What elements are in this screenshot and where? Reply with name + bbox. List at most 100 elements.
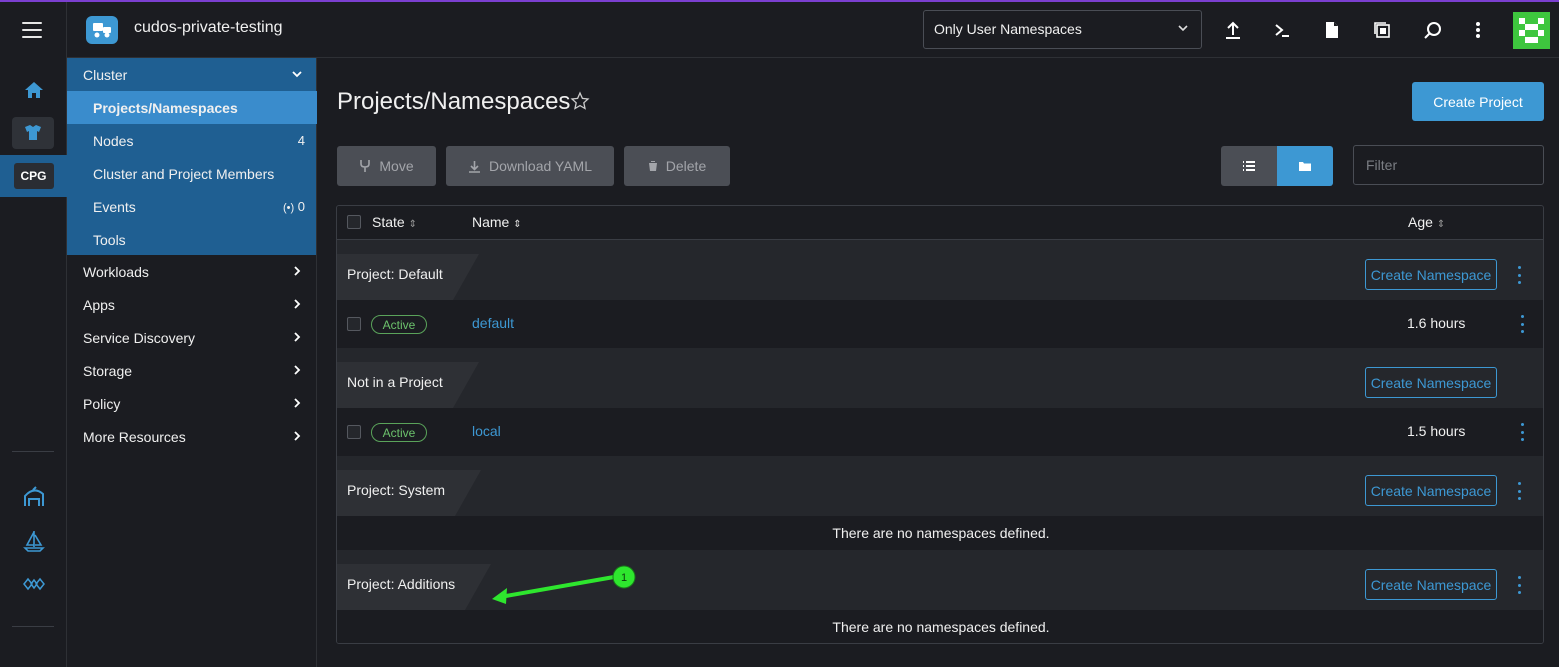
download-label: Download YAML — [489, 158, 592, 174]
top-header: cudos-private-testing Only User Namespac… — [67, 2, 1559, 58]
sidebar-group-label: Policy — [83, 395, 121, 412]
sidebar-group-policy[interactable]: Policy — [67, 387, 317, 420]
create-namespace-button[interactable]: Create Namespace — [1365, 475, 1497, 506]
favorite-star-icon[interactable] — [570, 91, 590, 111]
namespace-link[interactable]: default — [472, 315, 514, 331]
import-yaml-icon[interactable] — [1222, 19, 1244, 41]
row-checkbox[interactable] — [347, 425, 361, 439]
chevron-down-icon — [292, 71, 302, 78]
row-actions-icon[interactable] — [1517, 423, 1527, 441]
column-age[interactable]: Age ⇕ — [1408, 214, 1445, 230]
sidebar-item-label: Tools — [93, 231, 126, 248]
project-actions-icon[interactable] — [1514, 266, 1524, 284]
events-icon: (•) — [282, 202, 295, 214]
sidebar-item-label: Events — [93, 198, 136, 215]
table-row[interactable]: Active local 1.5 hours — [337, 408, 1543, 456]
more-actions-icon[interactable] — [1467, 19, 1489, 41]
move-label: Move — [379, 158, 414, 174]
sidebar-item-tools[interactable]: Tools — [67, 223, 317, 256]
sort-icon: ⇕ — [513, 219, 522, 230]
sidebar-group-storage[interactable]: Storage — [67, 354, 317, 387]
download-yaml-button[interactable]: Download YAML — [446, 146, 614, 186]
sail-icon[interactable] — [0, 528, 67, 554]
side-navigation: Cluster Projects/Namespaces Nodes 4 Clus… — [67, 58, 317, 667]
chevron-right-icon — [294, 332, 301, 342]
column-state-label: State — [372, 214, 405, 230]
sidebar-group-service-discovery[interactable]: Service Discovery — [67, 321, 317, 354]
project-actions-icon[interactable] — [1514, 482, 1524, 500]
create-namespace-button[interactable]: Create Namespace — [1365, 367, 1497, 398]
grouped-view-button[interactable] — [1277, 146, 1333, 186]
rail-divider — [12, 451, 54, 452]
cluster-group-label: Cluster — [83, 66, 128, 83]
cluster-explorer-icon[interactable] — [12, 117, 54, 149]
namespace-age: 1.5 hours — [1407, 423, 1466, 439]
delete-label: Delete — [665, 158, 707, 174]
namespace-filter-select[interactable]: Only User Namespaces — [923, 10, 1202, 49]
create-project-button[interactable]: Create Project — [1412, 82, 1544, 121]
create-namespace-button[interactable]: Create Namespace — [1365, 259, 1497, 290]
chevron-right-icon — [294, 266, 301, 276]
left-rail: CPG — [0, 2, 67, 667]
project-group-label: Not in a Project — [337, 362, 479, 408]
cluster-group-header[interactable]: Cluster — [67, 58, 317, 91]
namespaces-table: State ⇕ Name ⇕ Age ⇕ Project: Default Cr… — [336, 205, 1544, 644]
extensions-icon[interactable] — [0, 572, 67, 596]
project-group-default: Project: Default Create Namespace — [337, 240, 1543, 300]
table-header: State ⇕ Name ⇕ Age ⇕ — [337, 206, 1543, 240]
home-icon[interactable] — [0, 78, 67, 102]
sidebar-item-members[interactable]: Cluster and Project Members — [67, 157, 317, 190]
flat-list-view-button[interactable] — [1221, 146, 1277, 186]
table-row[interactable]: Active default 1.6 hours — [337, 300, 1543, 348]
filter-input[interactable] — [1353, 145, 1544, 185]
column-name[interactable]: Name ⇕ — [472, 214, 522, 230]
namespace-filter-value: Only User Namespaces — [934, 21, 1082, 37]
create-namespace-button[interactable]: Create Namespace — [1365, 569, 1497, 600]
sidebar-group-more-resources[interactable]: More Resources — [67, 420, 317, 453]
chevron-right-icon — [294, 299, 301, 309]
sidebar-item-events[interactable]: Events (•) 0 — [67, 190, 317, 223]
sidebar-item-nodes[interactable]: Nodes 4 — [67, 124, 317, 157]
chevron-right-icon — [294, 365, 301, 375]
sidebar-group-apps[interactable]: Apps — [67, 288, 317, 321]
sidebar-group-label: More Resources — [83, 428, 186, 445]
sidebar-item-projects-namespaces[interactable]: Projects/Namespaces — [67, 91, 317, 124]
move-button[interactable]: Move — [337, 146, 436, 186]
project-group-not-in-project: Not in a Project Create Namespace — [337, 348, 1543, 408]
sidebar-item-label: Projects/Namespaces — [93, 99, 238, 116]
chevron-down-icon — [1178, 25, 1188, 32]
events-count: (•) 0 — [283, 199, 305, 214]
project-actions-icon[interactable] — [1514, 576, 1524, 594]
status-badge: Active — [371, 315, 427, 334]
kubeconfig-file-icon[interactable] — [1321, 19, 1343, 41]
kubectl-shell-icon[interactable] — [1271, 19, 1293, 41]
row-actions-icon[interactable] — [1517, 315, 1527, 333]
sidebar-group-label: Apps — [83, 296, 115, 313]
search-icon[interactable] — [1422, 19, 1444, 41]
row-checkbox[interactable] — [347, 317, 361, 331]
project-group-system: Project: System Create Namespace — [337, 456, 1543, 516]
cluster-logo-icon — [86, 16, 118, 44]
column-state[interactable]: State ⇕ — [372, 214, 417, 230]
select-all-checkbox[interactable] — [347, 215, 361, 229]
cluster-badge-row[interactable]: CPG — [0, 155, 67, 197]
sidebar-group-label: Storage — [83, 362, 133, 379]
cluster-name: cudos-private-testing — [134, 19, 283, 36]
namespace-link[interactable]: local — [472, 423, 501, 439]
fleet-icon[interactable] — [0, 484, 67, 510]
cluster-group: Cluster Projects/Namespaces Nodes 4 Clus… — [67, 58, 317, 256]
copy-kubeconfig-icon[interactable] — [1371, 19, 1393, 41]
nodes-count: 4 — [297, 133, 305, 148]
delete-button[interactable]: Delete — [624, 146, 730, 186]
trash-icon — [648, 161, 657, 171]
sort-icon: ⇕ — [408, 219, 417, 230]
user-avatar[interactable] — [1513, 12, 1550, 49]
sidebar-group-workloads[interactable]: Workloads — [67, 255, 317, 288]
events-count-value: 0 — [297, 199, 305, 214]
menu-icon[interactable] — [22, 22, 42, 38]
cluster-badge[interactable]: CPG — [13, 163, 54, 189]
project-group-label: Project: Default — [337, 254, 479, 300]
empty-state-text: There are no namespaces defined. — [337, 610, 1543, 643]
column-name-label: Name — [472, 214, 510, 230]
empty-state-text: There are no namespaces defined. — [337, 516, 1543, 550]
